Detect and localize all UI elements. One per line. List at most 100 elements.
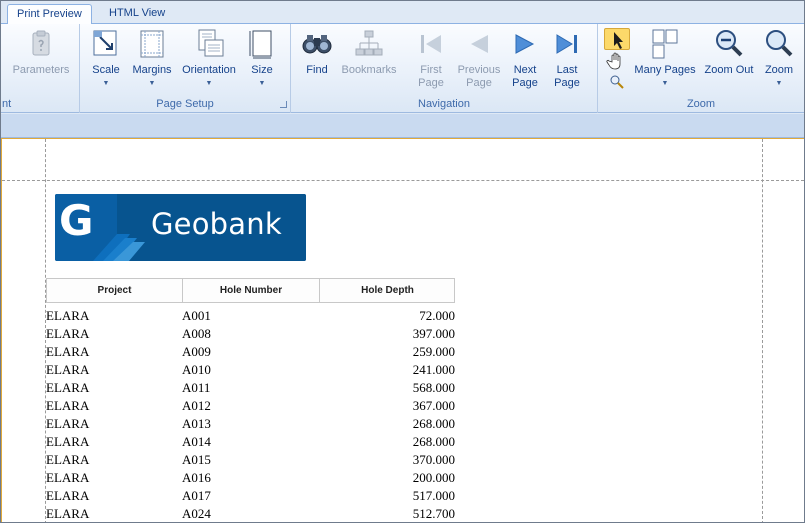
- cell-project: ELARA: [46, 488, 90, 503]
- ribbon-group-page-setup: Scale ▼ Margins ▼ Orientation ▼ Size ▼ P…: [80, 24, 291, 113]
- cell-project: ELARA: [46, 452, 90, 467]
- geobank-logo: G Geobank: [55, 194, 306, 261]
- first-page-label: First Page: [418, 64, 444, 89]
- margins-button[interactable]: Margins ▼: [130, 28, 174, 88]
- cell-project: ELARA: [46, 362, 90, 377]
- table-row: ELARA A014 268.000: [46, 432, 455, 450]
- find-button[interactable]: Find: [299, 28, 335, 77]
- orientation-icon: [198, 29, 224, 57]
- many-pages-label: Many Pages: [634, 64, 696, 76]
- logo-wordmark: Geobank: [151, 207, 282, 241]
- right-margin-guide: [762, 139, 763, 522]
- magnifier-tool-button[interactable]: [608, 74, 626, 90]
- cell-hole-number: A001: [182, 308, 211, 323]
- cell-hole-depth: 268.000: [412, 416, 455, 431]
- table-row: ELARA A010 241.000: [46, 360, 455, 378]
- many-pages-icon: [652, 29, 678, 59]
- last-page-icon: [556, 34, 577, 54]
- cell-project: ELARA: [46, 470, 90, 485]
- table-row: ELARA A016 200.000: [46, 468, 455, 486]
- cell-project: ELARA: [46, 434, 90, 449]
- orientation-label: Orientation: [182, 64, 236, 76]
- previous-page-button[interactable]: Previous Page: [455, 28, 503, 90]
- chevron-down-icon: ▼: [775, 80, 783, 87]
- ribbon: Parameters nt Scale ▼ Margins ▼ Orientat…: [1, 24, 804, 113]
- group-label-print: nt: [2, 98, 12, 110]
- print-preview-window: Print Preview HTML View Parameters nt Sc…: [0, 0, 805, 523]
- group-label-navigation: Navigation: [418, 98, 470, 110]
- parameters-label: Parameters: [12, 64, 70, 76]
- table-row: ELARA A015 370.000: [46, 450, 455, 468]
- cell-hole-depth: 200.000: [412, 470, 455, 485]
- bookmarks-button[interactable]: Bookmarks: [341, 28, 397, 77]
- table-row: ELARA A011 568.000: [46, 378, 455, 396]
- page-setup-launcher-icon[interactable]: [280, 101, 287, 108]
- many-pages-button[interactable]: Many Pages ▼: [634, 28, 696, 88]
- ribbon-group-navigation: Find Bookmarks First Page Previous Page …: [291, 24, 598, 113]
- cell-hole-number: A009: [182, 344, 211, 359]
- chevron-down-icon: ▼: [148, 80, 156, 87]
- next-page-label: Next Page: [512, 64, 538, 89]
- tab-print-preview[interactable]: Print Preview: [7, 4, 92, 25]
- cell-project: ELARA: [46, 344, 90, 359]
- chevron-down-icon: ▼: [661, 80, 669, 87]
- group-label-zoom: Zoom: [686, 98, 716, 110]
- cell-hole-number: A017: [182, 488, 211, 503]
- cell-hole-number: A024: [182, 506, 211, 521]
- cell-project: ELARA: [46, 506, 90, 521]
- first-page-button[interactable]: First Page: [409, 28, 453, 90]
- cell-hole-number: A008: [182, 326, 211, 341]
- column-header-hole-number: Hole Number: [183, 279, 320, 302]
- cell-hole-depth: 268.000: [412, 434, 455, 449]
- zoom-button[interactable]: Zoom ▼: [760, 28, 798, 88]
- cell-hole-depth: 241.000: [412, 362, 455, 377]
- next-page-button[interactable]: Next Page: [507, 28, 543, 90]
- report-table-body: ELARA A001 72.000 ELARA A008 397.000 ELARA A009…: [46, 306, 455, 522]
- scale-button[interactable]: Scale ▼: [84, 28, 128, 88]
- binoculars-icon: [302, 35, 332, 54]
- table-row: ELARA A024 512.700: [46, 504, 455, 522]
- cell-project: ELARA: [46, 308, 90, 323]
- cell-hole-number: A016: [182, 470, 211, 485]
- clipboard-icon: [32, 30, 50, 56]
- document-preview[interactable]: G Geobank Project Hole Number Hole Depth…: [1, 138, 804, 522]
- column-header-hole-depth: Hole Depth: [361, 285, 414, 296]
- size-button[interactable]: Size ▼: [244, 28, 280, 88]
- pointer-icon: [614, 32, 623, 49]
- cell-hole-number: A013: [182, 416, 211, 431]
- orientation-button[interactable]: Orientation ▼: [178, 28, 240, 88]
- pointer-tool-button[interactable]: [604, 28, 630, 50]
- page-size-icon: [249, 30, 272, 59]
- next-page-icon: [515, 34, 535, 54]
- cell-hole-depth: 72.000: [419, 308, 455, 323]
- ribbon-group-zoom: Many Pages ▼ Zoom Out Zoom ▼ Zoom: [598, 24, 804, 113]
- zoom-out-label: Zoom Out: [704, 64, 754, 76]
- cell-hole-number: A015: [182, 452, 211, 467]
- cell-hole-depth: 367.000: [412, 398, 455, 413]
- margins-icon: [140, 30, 164, 58]
- last-page-button[interactable]: Last Page: [549, 28, 585, 90]
- table-row: ELARA A001 72.000: [46, 306, 455, 324]
- logo-letter: G: [59, 196, 94, 245]
- cell-hole-number: A010: [182, 362, 211, 377]
- chevron-down-icon: ▼: [205, 80, 213, 87]
- cell-hole-depth: 370.000: [412, 452, 455, 467]
- tab-html-view[interactable]: HTML View: [100, 4, 174, 25]
- hand-tool-button[interactable]: [606, 52, 628, 70]
- zoom-out-button[interactable]: Zoom Out: [702, 28, 756, 77]
- chevron-down-icon: ▼: [258, 80, 266, 87]
- table-row: ELARA A008 397.000: [46, 324, 455, 342]
- ribbon-footer-strip: [1, 114, 804, 138]
- cell-hole-number: A011: [182, 380, 211, 395]
- previous-page-label: Previous Page: [457, 64, 501, 89]
- zoom-label: Zoom: [764, 64, 794, 76]
- cell-hole-depth: 517.000: [412, 488, 455, 503]
- chevron-down-icon: ▼: [102, 80, 110, 87]
- zoom-out-icon: [716, 30, 743, 57]
- table-row: ELARA A013 268.000: [46, 414, 455, 432]
- ribbon-tab-bar: Print Preview HTML View: [1, 1, 804, 25]
- first-page-icon: [421, 35, 441, 53]
- parameters-button[interactable]: Parameters: [9, 28, 73, 77]
- size-label: Size: [251, 64, 273, 76]
- group-label-page-setup: Page Setup: [156, 98, 214, 110]
